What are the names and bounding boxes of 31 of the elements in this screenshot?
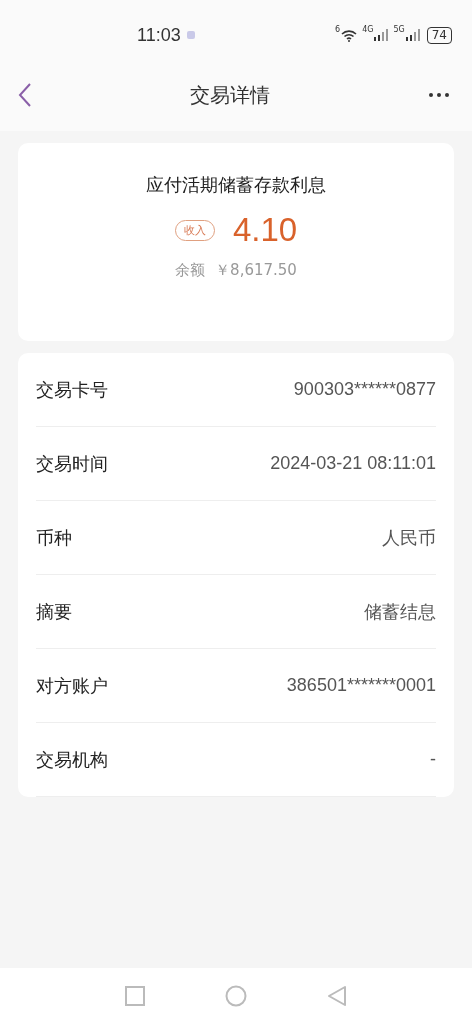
detail-value: 2024-03-21 08:11:01 — [270, 453, 436, 474]
home-icon[interactable] — [225, 985, 247, 1007]
detail-label: 对方账户 — [36, 673, 108, 698]
signal-icon — [374, 29, 389, 41]
detail-value: 900303******0877 — [293, 379, 436, 400]
network-label: 4G — [362, 24, 374, 34]
transaction-title: 应付活期储蓄存款利息 — [146, 173, 326, 197]
detail-label: 交易卡号 — [36, 377, 108, 402]
signal-icon — [405, 29, 420, 41]
balance-label: 余额 — [175, 261, 206, 280]
amount: 4.10 — [232, 211, 298, 249]
wifi-label: 6 — [335, 24, 341, 34]
detail-label: 摘要 — [36, 599, 72, 624]
detail-value: 储蓄结息 — [364, 600, 436, 624]
balance-value: ￥8,617.50 — [215, 261, 297, 280]
detail-value: 人民币 — [382, 526, 436, 550]
detail-value: - — [430, 749, 436, 770]
notification-icon — [186, 31, 195, 39]
detail-label: 交易机构 — [36, 747, 108, 772]
battery-indicator: 74 — [426, 26, 452, 44]
detail-value: 386501*******0001 — [286, 675, 436, 696]
clock-time: 11:03 — [137, 24, 181, 46]
page-title: 交易详情 — [190, 81, 270, 109]
back-triangle-icon[interactable] — [327, 985, 347, 1007]
network-label: 5G — [393, 24, 405, 34]
more-icon[interactable] — [428, 92, 450, 98]
detail-label: 币种 — [36, 525, 72, 550]
square-icon[interactable] — [125, 986, 145, 1006]
back-icon[interactable] — [18, 82, 32, 108]
wifi-icon — [341, 28, 358, 42]
detail-label: 交易时间 — [36, 451, 108, 476]
